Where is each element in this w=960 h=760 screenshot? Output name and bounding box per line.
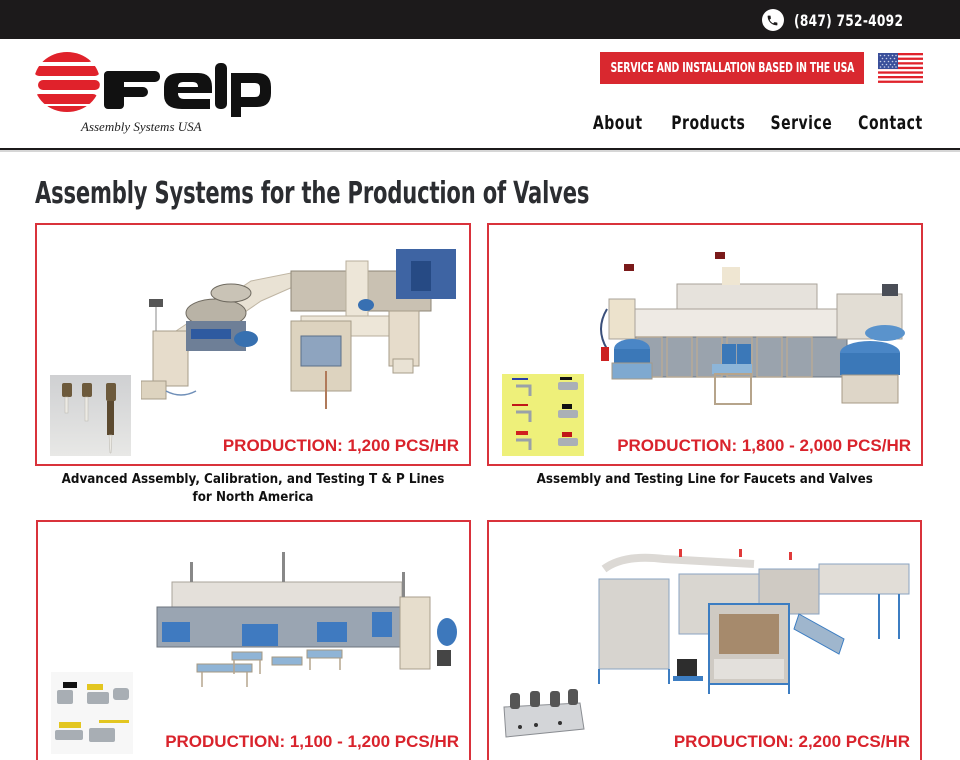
ball-valve-line-machine-image	[156, 552, 457, 687]
production-rate: PRODUCTION: 1,200 PCS/HR	[222, 436, 459, 455]
nav-about[interactable]: About	[593, 112, 643, 134]
phone-icon	[761, 9, 784, 31]
product-card-1[interactable]: PRODUCTION: 1,200 PCS/HR	[35, 223, 471, 466]
product-caption-2[interactable]: Assembly and Testing Line for Faucets an…	[487, 471, 923, 489]
nav-contact[interactable]: Contact	[858, 112, 923, 134]
ball-valves-thumbnail	[51, 672, 133, 754]
product-card-2[interactable]: PRODUCTION: 1,800 - 2,000 PCS/HR	[487, 223, 923, 466]
production-rate: PRODUCTION: 1,100 - 1,200 PCS/HR	[165, 732, 459, 751]
logo-tagline: Assembly Systems USA	[81, 119, 202, 134]
nav-products[interactable]: Products	[671, 112, 745, 134]
product-caption-text: Advanced Assembly, Calibration, and Test…	[61, 472, 445, 505]
manifold-line-machine-image	[598, 549, 910, 694]
main-nav: About Products Service Contact	[593, 112, 923, 134]
site-header: Assembly Systems USA SERVICE AND INSTALL…	[0, 39, 960, 152]
faucets-thumbnail	[502, 374, 584, 456]
tp-valves-thumbnail	[50, 375, 131, 456]
usa-service-banner[interactable]: SERVICE AND INSTALLATION BASED IN THE US…	[600, 52, 864, 84]
faucet-line-machine-image	[600, 252, 905, 405]
product-card-3[interactable]: PRODUCTION: 1,100 - 1,200 PCS/HR	[36, 520, 471, 760]
product-caption-text: Assembly and Testing Line for Faucets an…	[536, 472, 874, 487]
felp-logo-mark	[34, 52, 271, 117]
page-title: Assembly Systems for the Production of V…	[35, 176, 590, 211]
production-rate: PRODUCTION: 1,800 - 2,000 PCS/HR	[617, 436, 911, 455]
phone-link[interactable]: (847) 752-4092	[761, 9, 923, 31]
assembly-line-machine-image	[141, 249, 456, 409]
phone-number: (847) 752-4092	[793, 10, 903, 30]
top-bar: (847) 752-4092	[0, 0, 960, 39]
product-caption-1[interactable]: Advanced Assembly, Calibration, and Test…	[35, 471, 471, 507]
manifold-thumbnail	[500, 685, 586, 743]
production-rate: PRODUCTION: 2,200 PCS/HR	[673, 732, 910, 751]
felp-logo[interactable]: Assembly Systems USA	[34, 49, 274, 137]
usa-flag-icon[interactable]	[878, 53, 923, 83]
nav-service[interactable]: Service	[771, 112, 833, 134]
product-card-4[interactable]: PRODUCTION: 2,200 PCS/HR	[487, 520, 922, 760]
usa-service-banner-text: SERVICE AND INSTALLATION BASED IN THE US…	[610, 60, 854, 76]
